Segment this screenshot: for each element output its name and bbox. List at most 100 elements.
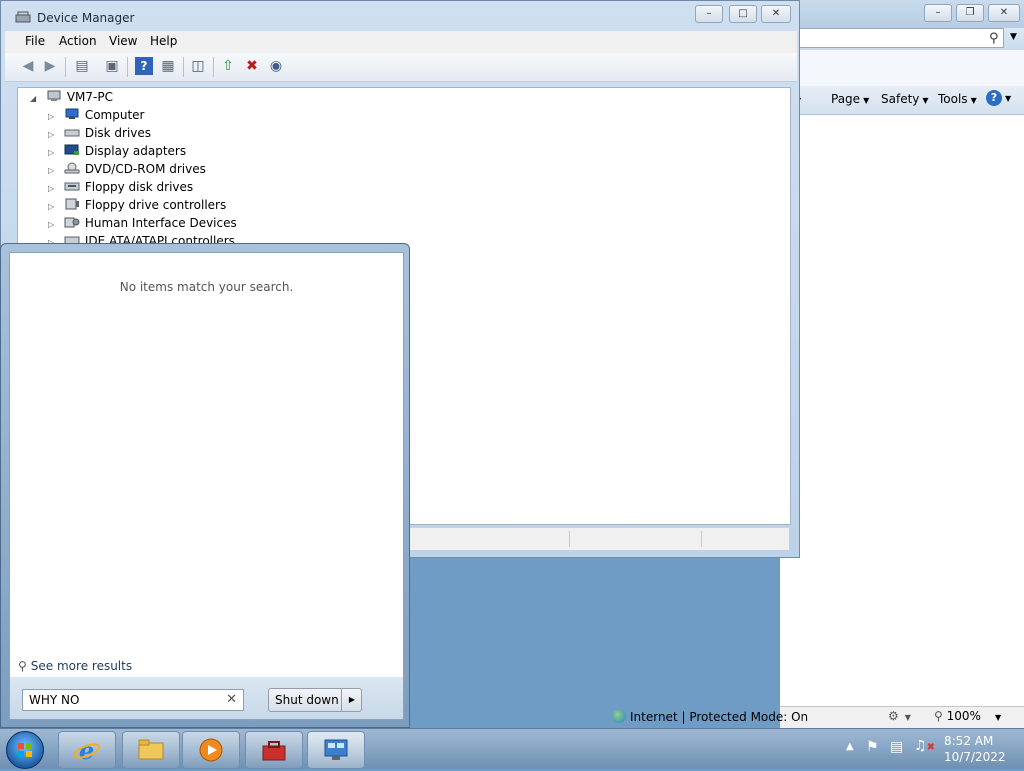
no-results-message: No items match your search. (119, 280, 294, 294)
ie-page-content[interactable] (780, 116, 1024, 706)
taskbar: e ▲ ⚑ ▤ ♫✖ 8:52 AM 10/7/2022 (0, 728, 1024, 769)
ie-page-menu[interactable]: Page ▼ (831, 92, 869, 106)
start-search-input[interactable]: WHY NO ✕ (22, 689, 244, 711)
ie-restore-button[interactable]: ❐ (956, 4, 984, 22)
show-hide-console-tree-icon[interactable]: ▤ (73, 57, 91, 75)
tree-item-label: Computer (84, 108, 145, 122)
ie-zoom-label: 100% (946, 709, 981, 723)
taskbar-internet-explorer[interactable]: e (58, 731, 116, 769)
close-button[interactable]: ✕ (761, 5, 791, 23)
taskbar-media-player[interactable] (182, 731, 240, 769)
ie-window[interactable]: – ❐ ✕ ⚲ ▼ ▼ Page▼ Safety▼ Tools▼ ?▼ (780, 0, 1024, 731)
hid-icon (64, 217, 80, 228)
toolbar-separator (65, 57, 66, 77)
ie-minimize-button[interactable]: – (924, 4, 952, 22)
clock-time[interactable]: 8:52 AM (944, 734, 993, 748)
ie-command-bar: ▼ Page▼ Safety▼ Tools▼ ?▼ (780, 86, 1024, 115)
ie-popup-blocker-icon[interactable]: ⚙ ▼ (888, 709, 911, 723)
taskbar-windows-explorer[interactable] (122, 731, 180, 769)
disk-drive-icon (64, 129, 80, 137)
toolbox-icon (262, 741, 286, 761)
search-results-panel: No items match your search. ⚲ See more re… (9, 252, 404, 720)
menu-bar: File Action View Help (5, 31, 797, 53)
shutdown-label: Shut down (275, 693, 339, 707)
tree-item-human-interface-devices[interactable]: ▷ Human Interface Devices (48, 214, 237, 232)
taskbar-toolbox[interactable] (245, 731, 303, 769)
search-icon[interactable]: ⚲ (989, 31, 999, 46)
tree-item-dvd-cdrom-drives[interactable]: ▷ DVD/CD-ROM drives (48, 160, 206, 178)
ie-security-zone[interactable]: Internet | Protected Mode: On (612, 709, 808, 724)
ie-safety-menu[interactable]: Safety ▼ (881, 92, 929, 106)
ie-zoom-control[interactable]: ⚲ 100% ▼ (934, 709, 1001, 723)
start-menu: No items match your search. ⚲ See more re… (0, 243, 410, 728)
ie-tools-menu[interactable]: Tools ▼ (938, 92, 977, 106)
tree-root[interactable]: ◢ VM7-PC (30, 88, 113, 106)
window-title: Device Manager (37, 11, 135, 25)
properties-sheet-icon[interactable]: ▣ (103, 57, 121, 75)
tree-item-label: DVD/CD-ROM drives (84, 162, 206, 176)
clock-date[interactable]: 10/7/2022 (944, 750, 1006, 764)
ie-search-field[interactable]: ⚲ (780, 28, 1004, 48)
ie-help-menu[interactable]: ? ▼ (986, 90, 1011, 106)
chevron-down-icon: ▼ (970, 96, 977, 105)
tree-item-floppy-disk-drives[interactable]: ▷ Floppy disk drives (48, 178, 193, 196)
tree-item-display-adapters[interactable]: ▷ Display adapters (48, 142, 186, 160)
tree-item-disk-drives[interactable]: ▷ Disk drives (48, 124, 151, 142)
minimize-button[interactable]: – (695, 5, 723, 23)
tree-root-label: VM7-PC (66, 90, 113, 104)
media-player-icon (199, 738, 223, 762)
menu-view[interactable]: View (109, 34, 137, 48)
clear-search-icon[interactable]: ✕ (226, 692, 237, 707)
chevron-down-icon: ▼ (922, 96, 929, 105)
update-driver-icon[interactable]: ⇧ (219, 57, 237, 75)
ie-address-bar: ⚲ ▼ (780, 28, 1024, 50)
folder-icon (138, 739, 164, 760)
see-more-results-label: See more results (30, 659, 133, 673)
shutdown-options-arrow-icon[interactable]: ▶ (341, 689, 362, 711)
action-center-flag-icon[interactable]: ⚑ (866, 739, 879, 755)
status-divider (569, 531, 570, 547)
svg-text:e: e (79, 737, 94, 763)
controller-icon (65, 198, 79, 210)
chevron-down-icon: ▼ (994, 713, 1002, 722)
maximize-button[interactable]: □ (729, 5, 757, 23)
toolbar: ◀ ▶ ▤ ▣ ? ▦ ◫ ⇧ ✖ ◉ (5, 53, 797, 82)
floppy-drive-icon (64, 182, 80, 191)
taskbar-device-manager[interactable] (307, 731, 365, 769)
ie-tools-menu-label: Tools (938, 92, 968, 106)
toolbar-separator (127, 57, 128, 77)
scan-hardware-icon[interactable]: ◫ (189, 57, 207, 75)
collapse-arrow-icon[interactable]: ◢ (30, 90, 42, 108)
chevron-down-icon[interactable]: ▼ (1010, 32, 1017, 42)
back-icon[interactable]: ◀ (19, 57, 37, 75)
tree-item-label: Floppy disk drives (84, 180, 194, 194)
menu-file[interactable]: File (25, 34, 45, 48)
forward-icon[interactable]: ▶ (41, 57, 59, 75)
tree-item-label: Floppy drive controllers (84, 198, 227, 212)
system-tray: ▲ ⚑ ▤ ♫✖ 8:52 AM 10/7/2022 (840, 729, 1024, 769)
console-window-icon[interactable]: ▦ (159, 57, 177, 75)
tree-item-floppy-drive-controllers[interactable]: ▷ Floppy drive controllers (48, 196, 226, 214)
menu-action[interactable]: Action (59, 34, 97, 48)
ie-close-button[interactable]: ✕ (988, 4, 1020, 22)
shutdown-button[interactable]: Shut down ▶ (268, 688, 362, 712)
volume-muted-icon[interactable]: ♫✖ (914, 738, 935, 754)
start-button[interactable] (6, 731, 44, 769)
zoom-icon: ⚲ (934, 709, 943, 723)
tree-item-label: Display adapters (84, 144, 187, 158)
network-icon[interactable]: ▤ (890, 739, 903, 755)
ie-safety-menu-label: Safety (881, 92, 920, 106)
tree-item-computer[interactable]: ▷ Computer (48, 106, 144, 124)
control-panel-icon (324, 739, 348, 760)
uninstall-device-icon[interactable]: ✖ (243, 57, 261, 75)
help-icon[interactable]: ? (135, 57, 153, 75)
disable-device-icon[interactable]: ◉ (267, 57, 285, 75)
menu-help[interactable]: Help (150, 34, 177, 48)
toolbar-separator (213, 57, 214, 77)
ie-titlebar[interactable]: – ❐ ✕ (780, 0, 1024, 28)
see-more-results-link[interactable]: ⚲ See more results (18, 659, 132, 673)
windows-logo-icon (18, 743, 32, 757)
tree-item-label: Human Interface Devices (84, 216, 237, 230)
start-menu-bottom-bar: WHY NO ✕ Shut down ▶ (10, 677, 403, 719)
show-hidden-icons-icon[interactable]: ▲ (846, 741, 854, 752)
